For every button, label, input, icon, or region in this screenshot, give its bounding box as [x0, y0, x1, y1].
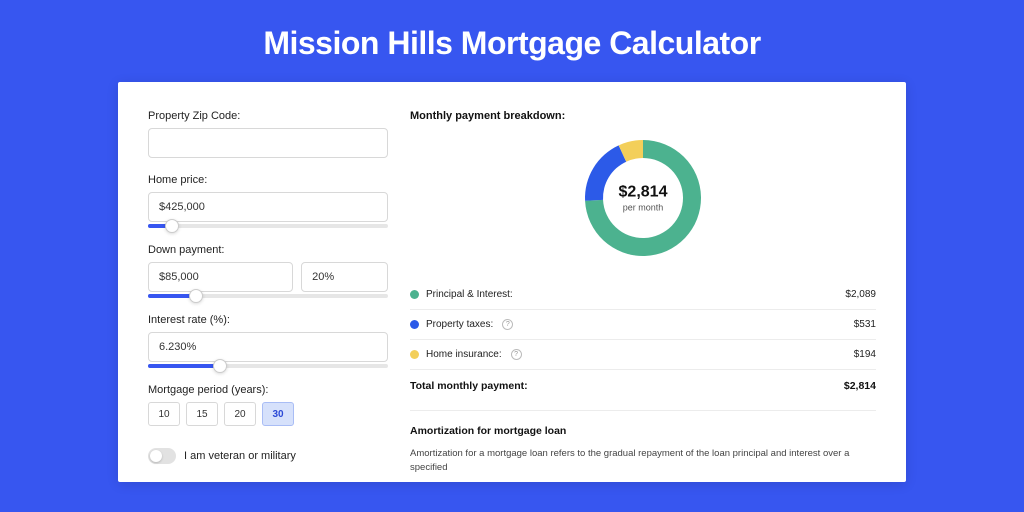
info-icon[interactable]: ?	[502, 319, 513, 330]
veteran-toggle[interactable]	[148, 448, 176, 464]
legend-dot-icon	[410, 320, 419, 329]
donut-amount: $2,814	[599, 184, 687, 202]
total-label: Total monthly payment:	[410, 380, 528, 392]
legend-label: Property taxes:	[426, 319, 493, 330]
home-price-input[interactable]	[148, 192, 388, 222]
down-payment-input[interactable]	[148, 262, 293, 292]
period-buttons: 10152030	[148, 402, 388, 426]
total-row: Total monthly payment: $2,814	[410, 370, 876, 406]
home-price-label: Home price:	[148, 174, 388, 186]
veteran-label: I am veteran or military	[184, 450, 296, 462]
down-payment-slider-thumb[interactable]	[189, 289, 203, 303]
page-title: Mission Hills Mortgage Calculator	[0, 0, 1024, 82]
period-button-15[interactable]: 15	[186, 402, 218, 426]
home-price-field-group: Home price:	[148, 174, 388, 228]
interest-slider-thumb[interactable]	[213, 359, 227, 373]
donut-chart: $2,814 per month	[579, 134, 707, 262]
inputs-column: Property Zip Code: Home price: Down paym…	[148, 110, 388, 482]
zip-input[interactable]	[148, 128, 388, 158]
legend-row: Home insurance:? $194	[410, 340, 876, 369]
legend-row: Property taxes:? $531	[410, 310, 876, 339]
legend-value: $194	[854, 349, 876, 360]
down-payment-slider[interactable]	[148, 294, 388, 298]
legend-left: Principal & Interest:	[410, 289, 513, 300]
legend-value: $2,089	[845, 289, 876, 300]
interest-label: Interest rate (%):	[148, 314, 388, 326]
veteran-row: I am veteran or military	[148, 448, 388, 464]
donut-sub: per month	[599, 203, 687, 213]
period-label: Mortgage period (years):	[148, 384, 388, 396]
calculator-panel: Property Zip Code: Home price: Down paym…	[118, 82, 906, 482]
legend-left: Property taxes:?	[410, 319, 513, 330]
home-price-slider[interactable]	[148, 224, 388, 228]
zip-label: Property Zip Code:	[148, 110, 388, 122]
legend-label: Principal & Interest:	[426, 289, 513, 300]
interest-slider-fill	[148, 364, 220, 368]
legend-dot-icon	[410, 350, 419, 359]
amortization-text: Amortization for a mortgage loan refers …	[410, 447, 876, 475]
legend-value: $531	[854, 319, 876, 330]
interest-slider[interactable]	[148, 364, 388, 368]
donut-chart-wrap: $2,814 per month	[410, 134, 876, 262]
legend-row: Principal & Interest: $2,089	[410, 280, 876, 309]
home-price-slider-thumb[interactable]	[165, 219, 179, 233]
amortization-title: Amortization for mortgage loan	[410, 425, 876, 437]
zip-field-group: Property Zip Code:	[148, 110, 388, 158]
amortization-block: Amortization for mortgage loan Amortizat…	[410, 410, 876, 475]
legend-left: Home insurance:?	[410, 349, 522, 360]
legend-label: Home insurance:	[426, 349, 502, 360]
donut-center: $2,814 per month	[599, 184, 687, 213]
period-field-group: Mortgage period (years): 10152030	[148, 384, 388, 426]
period-button-30[interactable]: 30	[262, 402, 294, 426]
period-button-10[interactable]: 10	[148, 402, 180, 426]
period-button-20[interactable]: 20	[224, 402, 256, 426]
info-icon[interactable]: ?	[511, 349, 522, 360]
interest-field-group: Interest rate (%):	[148, 314, 388, 368]
breakdown-column: Monthly payment breakdown: $2,814 per mo…	[410, 110, 876, 482]
breakdown-title: Monthly payment breakdown:	[410, 110, 876, 122]
down-payment-field-group: Down payment:	[148, 244, 388, 298]
legend-area: Principal & Interest: $2,089 Property taxe…	[410, 280, 876, 370]
legend-dot-icon	[410, 290, 419, 299]
down-payment-pct-input[interactable]	[301, 262, 388, 292]
interest-input[interactable]	[148, 332, 388, 362]
down-payment-label: Down payment:	[148, 244, 388, 256]
total-value: $2,814	[844, 380, 876, 392]
